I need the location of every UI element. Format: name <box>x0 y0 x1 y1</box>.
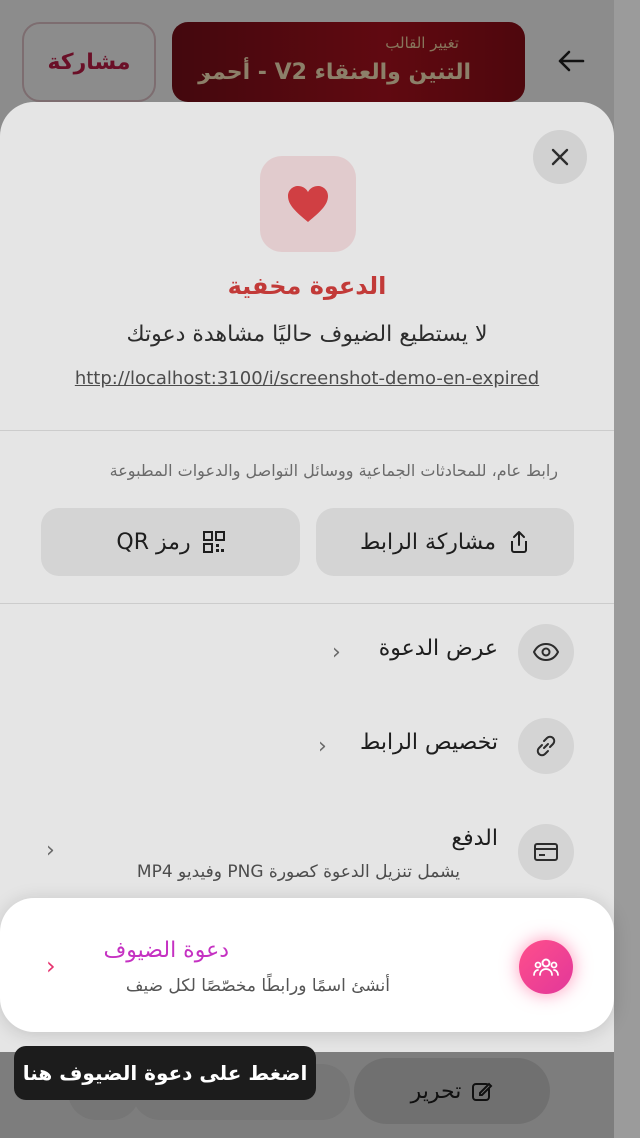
chevron-left-icon: ‹ <box>318 734 327 759</box>
public-link-note: رابط عام، للمحادثات الجماعية ووسائل التو… <box>109 461 558 480</box>
share-link-label: مشاركة الرابط <box>359 529 497 555</box>
chevron-left-icon: ‹ <box>46 838 55 863</box>
close-button[interactable] <box>533 130 587 184</box>
link-icon <box>536 735 556 757</box>
chevron-left-icon: ‹ <box>46 952 56 980</box>
customize-link-label: تخصيص الرابط <box>359 730 498 755</box>
card-icon-circle <box>518 824 574 880</box>
chevron-left-icon: ‹ <box>332 640 341 665</box>
users-group-icon <box>533 958 559 976</box>
eye-icon <box>533 643 559 661</box>
guests-icon-circle <box>519 940 573 994</box>
coach-tooltip: اضغط على دعوة الضيوف هنا <box>14 1046 316 1100</box>
status-description: لا يستطيع الضيوف حاليًا مشاهدة دعوتك <box>126 322 488 347</box>
eye-icon-circle <box>518 624 574 680</box>
invite-guests-title: دعوة الضيوف <box>103 938 229 963</box>
share-upload-icon <box>511 531 528 553</box>
payment-row[interactable]: الدفع يشمل تنزيل الدعوة كصورة PNG وفيديو… <box>0 820 614 900</box>
close-icon <box>551 148 569 166</box>
status-title: الدعوة مخفية <box>227 272 387 300</box>
share-link-button[interactable]: مشاركة الرابط <box>316 508 574 576</box>
view-invitation-label: عرض الدعوة <box>378 636 498 661</box>
divider <box>0 430 614 431</box>
qr-code-icon <box>202 531 225 553</box>
scrollbar[interactable] <box>614 0 640 1138</box>
credit-card-icon <box>534 843 558 861</box>
divider <box>0 603 614 604</box>
invite-guests-subtitle: أنشئ اسمًا ورابطًا مخصّصًا لكل ضيف <box>125 976 390 996</box>
invite-url-text[interactable]: http://localhost:3100/i/screenshot-demo-… <box>75 368 539 389</box>
payment-sublabel: يشمل تنزيل الدعوة كصورة PNG وفيديو MP4 <box>136 862 460 882</box>
link-icon-circle <box>518 718 574 774</box>
qr-code-button[interactable]: رمز QR <box>41 508 300 576</box>
qr-label: رمز QR <box>116 529 191 555</box>
payment-label: الدفع <box>451 826 498 851</box>
customize-link-row[interactable]: تخصيص الرابط ‹ <box>0 712 614 782</box>
status-icon-box <box>260 156 356 252</box>
view-invitation-row[interactable]: عرض الدعوة ‹ <box>0 618 614 688</box>
heart-icon <box>288 186 328 222</box>
invite-guests-card[interactable]: دعوة الضيوف أنشئ اسمًا ورابطًا مخصّصًا ل… <box>0 898 614 1032</box>
invite-url[interactable]: http://localhost:3100/i/screenshot-demo-… <box>0 368 614 389</box>
